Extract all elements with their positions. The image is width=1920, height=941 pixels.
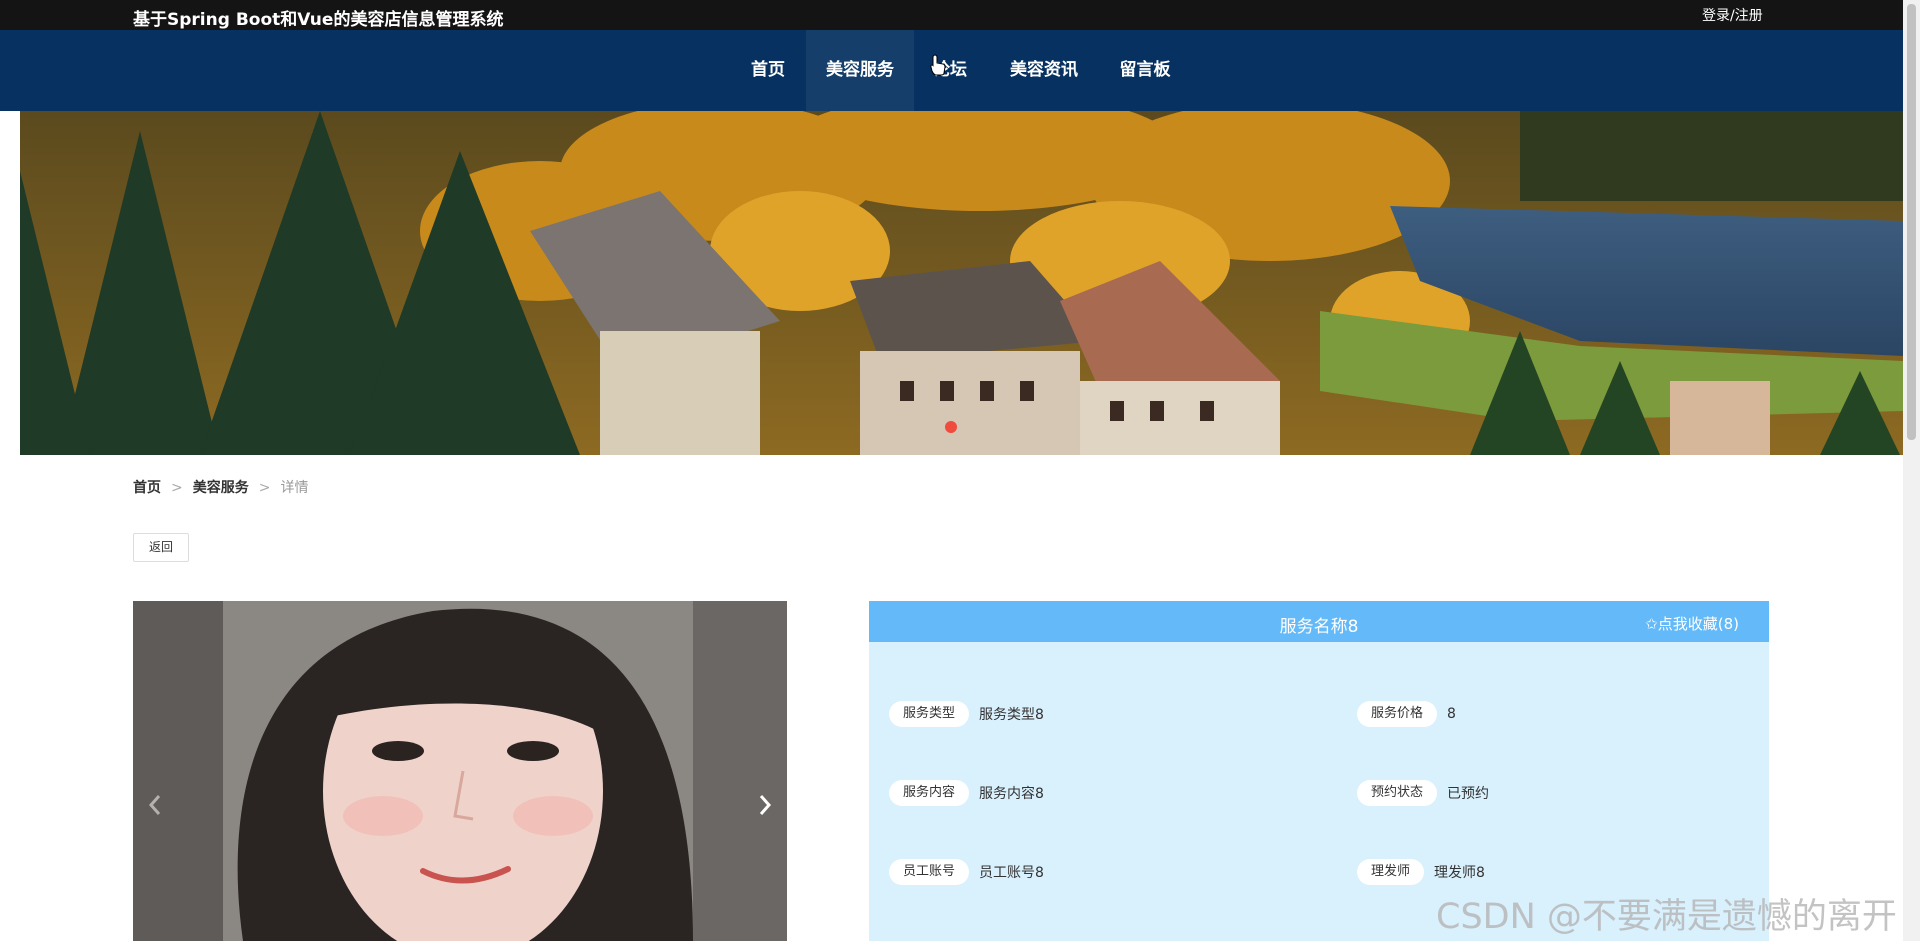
nav-item-message-board[interactable]: 留言板 — [1108, 30, 1182, 111]
breadcrumb-current: 详情 — [280, 480, 309, 496]
carousel-prev-button[interactable] — [140, 785, 170, 825]
nav-item-beauty-news[interactable]: 美容资讯 — [998, 30, 1090, 111]
main-nav: 首页 美容服务 论坛 美容资讯 留言板 — [0, 30, 1903, 111]
nav-item-forum[interactable]: 论坛 — [920, 30, 980, 111]
service-image-carousel — [133, 601, 787, 941]
field-value: 8 — [1447, 706, 1456, 722]
field-value: 员工账号8 — [979, 865, 1044, 881]
detail-header: 服务名称8 ✩点我收藏(8) — [869, 601, 1769, 642]
nav-item-home[interactable]: 首页 — [735, 30, 801, 111]
chevron-right-icon — [759, 795, 772, 815]
field-label: 员工账号 — [889, 859, 970, 885]
chevron-left-icon — [148, 795, 161, 815]
service-photo — [133, 601, 787, 941]
breadcrumb-separator: > — [171, 480, 183, 496]
field-label: 服务内容 — [889, 780, 970, 806]
nav-item-beauty-services[interactable]: 美容服务 — [806, 30, 914, 111]
field-service-type: 服务类型 服务类型8 — [889, 701, 1044, 727]
breadcrumb-home[interactable]: 首页 — [133, 480, 161, 496]
site-title: 基于Spring Boot和Vue的美容店信息管理系统 — [133, 10, 504, 30]
field-service-content: 服务内容 服务内容8 — [889, 780, 1044, 806]
breadcrumb-separator: > — [258, 480, 271, 496]
field-label: 预约状态 — [1357, 780, 1438, 806]
field-barber: 理发师 理发师8 — [1357, 859, 1485, 885]
carousel-indicator-dot[interactable] — [945, 421, 957, 433]
scrollbar-thumb[interactable] — [1907, 4, 1916, 440]
favorite-button[interactable]: ✩点我收藏(8) — [1645, 613, 1739, 634]
field-value: 理发师8 — [1434, 865, 1485, 881]
field-staff-account: 员工账号 员工账号8 — [889, 859, 1044, 885]
field-label: 服务价格 — [1357, 701, 1438, 727]
top-bar: 基于Spring Boot和Vue的美容店信息管理系统 登录/注册 — [0, 0, 1903, 30]
breadcrumb-beauty-services[interactable]: 美容服务 — [193, 480, 249, 496]
hero-banner — [20, 111, 1903, 455]
field-service-price: 服务价格 8 — [1357, 701, 1456, 727]
login-register-link[interactable]: 登录/注册 — [1702, 5, 1763, 25]
hand-cursor-icon — [930, 54, 946, 76]
field-value: 服务类型8 — [979, 707, 1044, 723]
field-value: 服务内容8 — [979, 786, 1044, 802]
field-booking-status: 预约状态 已预约 — [1357, 780, 1489, 806]
carousel-next-button[interactable] — [750, 785, 780, 825]
service-title: 服务名称8 — [1279, 617, 1359, 637]
page-scrollbar[interactable] — [1903, 0, 1920, 941]
field-label: 理发师 — [1357, 859, 1425, 885]
field-label: 服务类型 — [889, 701, 970, 727]
banner-landscape-image — [20, 111, 1903, 455]
back-button[interactable]: 返回 — [133, 533, 189, 562]
field-value: 已预约 — [1447, 786, 1490, 802]
breadcrumb: 首页 > 美容服务 > 详情 — [133, 477, 308, 497]
watermark: CSDN @不要满是遗憾的离开 — [1436, 897, 1897, 937]
